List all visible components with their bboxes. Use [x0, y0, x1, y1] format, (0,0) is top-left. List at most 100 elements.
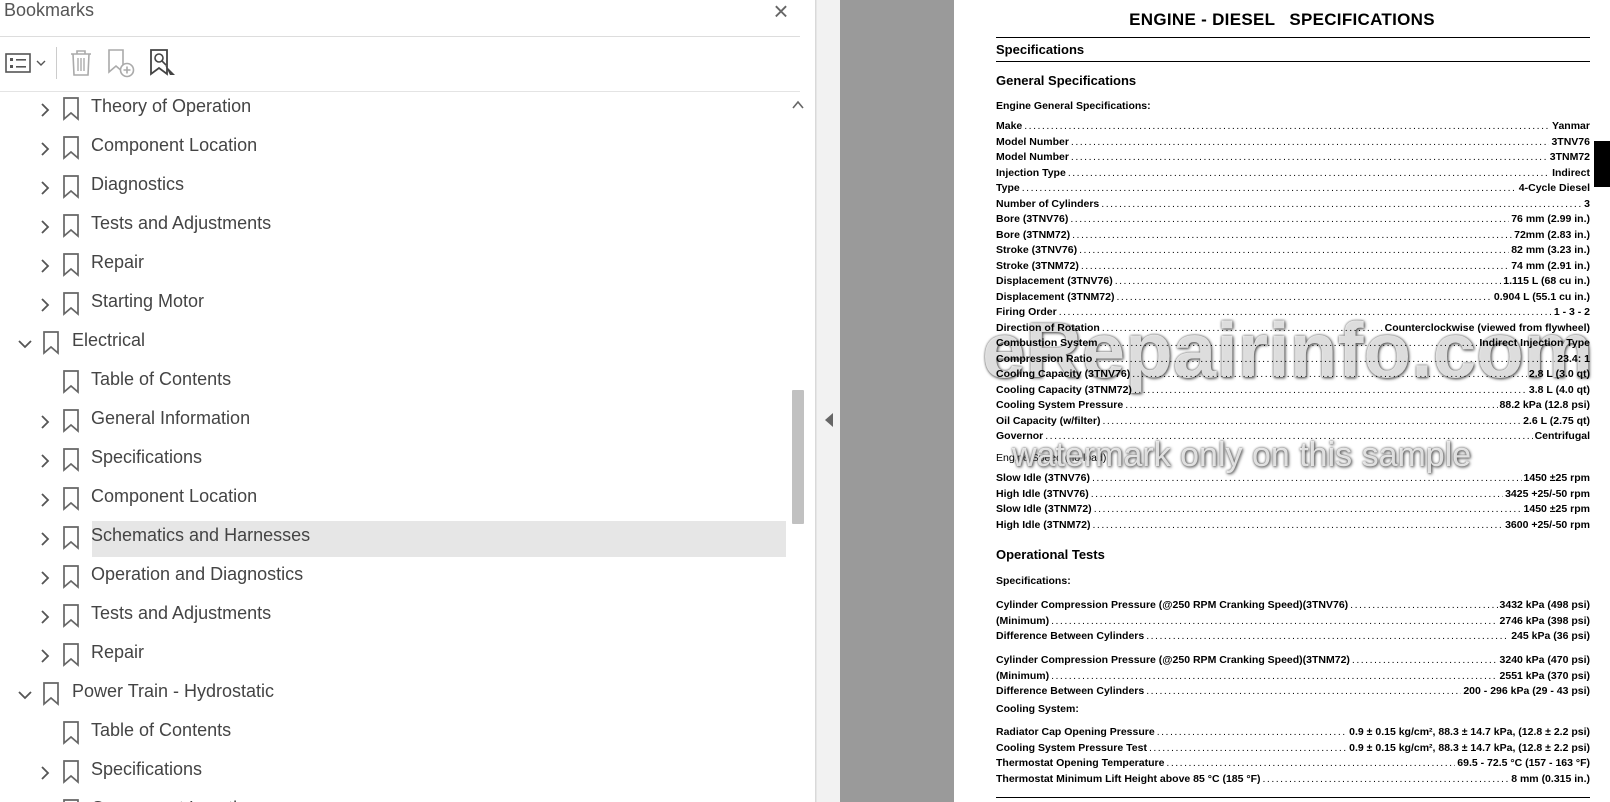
spec-row: Bore (3TNM72)...........................…: [996, 228, 1590, 243]
bookmark-item[interactable]: Component Location: [0, 482, 786, 518]
find-bookmark-icon: [150, 49, 175, 76]
bookmark-label: Tests and Adjustments: [91, 213, 272, 233]
chevron-right-icon[interactable]: [36, 764, 54, 782]
cooling-system-label: Cooling System:: [996, 703, 1079, 715]
bookmark-icon: [43, 331, 59, 355]
spec-label: Difference Between Cylinders: [996, 685, 1145, 697]
spec-row: Oil Capacity (w/filter).................…: [996, 414, 1590, 429]
bookmark-icon: [63, 448, 79, 472]
spec-row: Difference Between Cylinders............…: [996, 629, 1590, 644]
bookmark-label: Diagnostics: [91, 174, 185, 194]
delete-bookmark-button[interactable]: [66, 45, 96, 81]
bookmark-item[interactable]: Specifications: [0, 755, 786, 791]
options-menu-button[interactable]: [4, 45, 48, 81]
bookmark-item[interactable]: Tests and Adjustments: [0, 599, 786, 635]
bookmark-label: Specifications: [91, 759, 203, 779]
bookmark-icon: [63, 760, 79, 784]
chevron-right-icon[interactable]: [36, 647, 54, 665]
spec-row: Firing Order............................…: [996, 305, 1590, 320]
dot-leader: ........................................…: [1051, 669, 1498, 682]
bookmark-item[interactable]: Electrical: [0, 326, 786, 362]
spec-value: Centrifugal: [1534, 430, 1590, 442]
panel-splitter[interactable]: [816, 0, 840, 802]
spec-label: Cooling Capacity (3TNM72): [996, 383, 1132, 396]
bookmarks-header: Bookmarks ×: [0, 0, 816, 36]
chevron-down-icon[interactable]: [16, 335, 34, 353]
dot-leader: ........................................…: [1058, 306, 1552, 318]
find-current-bookmark-button[interactable]: [148, 45, 178, 81]
dot-leader: ........................................…: [1262, 772, 1510, 785]
scroll-thumb[interactable]: [792, 390, 804, 524]
chevron-right-icon[interactable]: [36, 608, 54, 626]
bookmarks-toolbar: [0, 37, 800, 91]
spec-row: Direction of Rotation...................…: [996, 321, 1590, 336]
spec-label: Cylinder Compression Pressure (@250 RPM …: [996, 599, 1349, 611]
spec-row: Cooling Capacity (3TNV76)...............…: [996, 367, 1590, 382]
bookmark-item[interactable]: Schematics and Harnesses: [0, 521, 786, 557]
bookmark-item[interactable]: General Information: [0, 404, 786, 440]
spec-row: Number of Cylinders.....................…: [996, 197, 1590, 212]
dot-leader: ........................................…: [1072, 228, 1513, 241]
dot-leader: ........................................…: [1099, 337, 1478, 349]
spec-label: Displacement (3TNM72): [996, 290, 1115, 303]
bookmark-item[interactable]: Table of Contents: [0, 365, 786, 401]
bookmark-item[interactable]: Repair: [0, 248, 786, 284]
bookmark-icon: [43, 682, 59, 706]
chevron-right-icon[interactable]: [36, 491, 54, 509]
spec-label: High Idle (3TNV76): [996, 487, 1089, 500]
bookmark-item[interactable]: Component Location: [0, 794, 786, 802]
spec-row: Displacement (3TNV76)...................…: [996, 274, 1590, 289]
bookmark-item[interactable]: Theory of Operation: [0, 92, 786, 128]
bookmark-label: Starting Motor: [91, 291, 205, 311]
spec-label: Slow Idle (3TNM72): [996, 503, 1092, 515]
spec-label: Bore (3TNM72): [996, 228, 1071, 241]
dot-leader: ........................................…: [1102, 414, 1522, 427]
spec-label: Compression Ratio: [996, 352, 1093, 365]
chevron-down-icon[interactable]: [16, 686, 34, 704]
spec-value: 1450 ±25 rpm: [1523, 503, 1590, 515]
bookmark-icon: [63, 175, 79, 199]
bookmark-item[interactable]: Tests and Adjustments: [0, 209, 786, 245]
tree-scrollbar[interactable]: [788, 94, 808, 802]
spec-row: Combustion System.......................…: [996, 336, 1590, 351]
add-bookmark-button[interactable]: [106, 45, 136, 81]
chevron-right-icon[interactable]: [36, 452, 54, 470]
chevron-right-icon[interactable]: [36, 413, 54, 431]
bookmark-item[interactable]: Diagnostics: [0, 170, 786, 206]
spec-value: 88.2 kPa (12.8 psi): [1499, 399, 1590, 411]
bookmark-item[interactable]: Table of Contents: [0, 716, 786, 752]
bookmark-item[interactable]: Repair: [0, 638, 786, 674]
bookmark-item[interactable]: Component Location: [0, 131, 786, 167]
chevron-right-icon[interactable]: [36, 140, 54, 158]
spec-row: Radiator Cap Opening Pressure...........…: [996, 725, 1590, 740]
scroll-up-arrow-icon[interactable]: [789, 96, 807, 114]
engine-general-label: Engine General Specifications:: [996, 100, 1151, 112]
bookmark-icon: [63, 214, 79, 238]
chevron-right-icon[interactable]: [36, 296, 54, 314]
collapse-panel-arrow-icon[interactable]: [823, 412, 835, 428]
spec-value: 200 - 296 kPa (29 - 43 psi): [1463, 685, 1590, 697]
chevron-right-icon[interactable]: [36, 257, 54, 275]
spec-label: Injection Type: [996, 166, 1066, 179]
panel-title: Bookmarks: [4, 0, 95, 20]
bookmark-item[interactable]: Operation and Diagnostics: [0, 560, 786, 596]
bookmark-label: Operation and Diagnostics: [91, 564, 304, 584]
dot-leader: ........................................…: [1156, 726, 1347, 738]
close-panel-button[interactable]: ×: [768, 0, 794, 24]
spec-value: 74 mm (2.91 in.): [1511, 259, 1590, 272]
chevron-right-icon[interactable]: [36, 569, 54, 587]
bookmark-icon: [63, 370, 79, 394]
spec-value: 2551 kPa (370 psi): [1499, 669, 1590, 682]
chevron-right-icon[interactable]: [36, 218, 54, 236]
bookmark-icon: [63, 565, 79, 589]
dot-leader: ........................................…: [1351, 654, 1498, 666]
bookmark-label: Repair: [91, 642, 145, 662]
chevron-right-icon[interactable]: [36, 179, 54, 197]
chevron-right-icon[interactable]: [36, 101, 54, 119]
chevron-right-icon[interactable]: [36, 530, 54, 548]
spec-value: 3: [1584, 197, 1590, 210]
bookmark-item[interactable]: Specifications: [0, 443, 786, 479]
bookmark-item[interactable]: Power Train - Hydrostatic: [0, 677, 786, 713]
bookmark-item[interactable]: Starting Motor: [0, 287, 786, 323]
bookmark-icon: [63, 253, 79, 277]
